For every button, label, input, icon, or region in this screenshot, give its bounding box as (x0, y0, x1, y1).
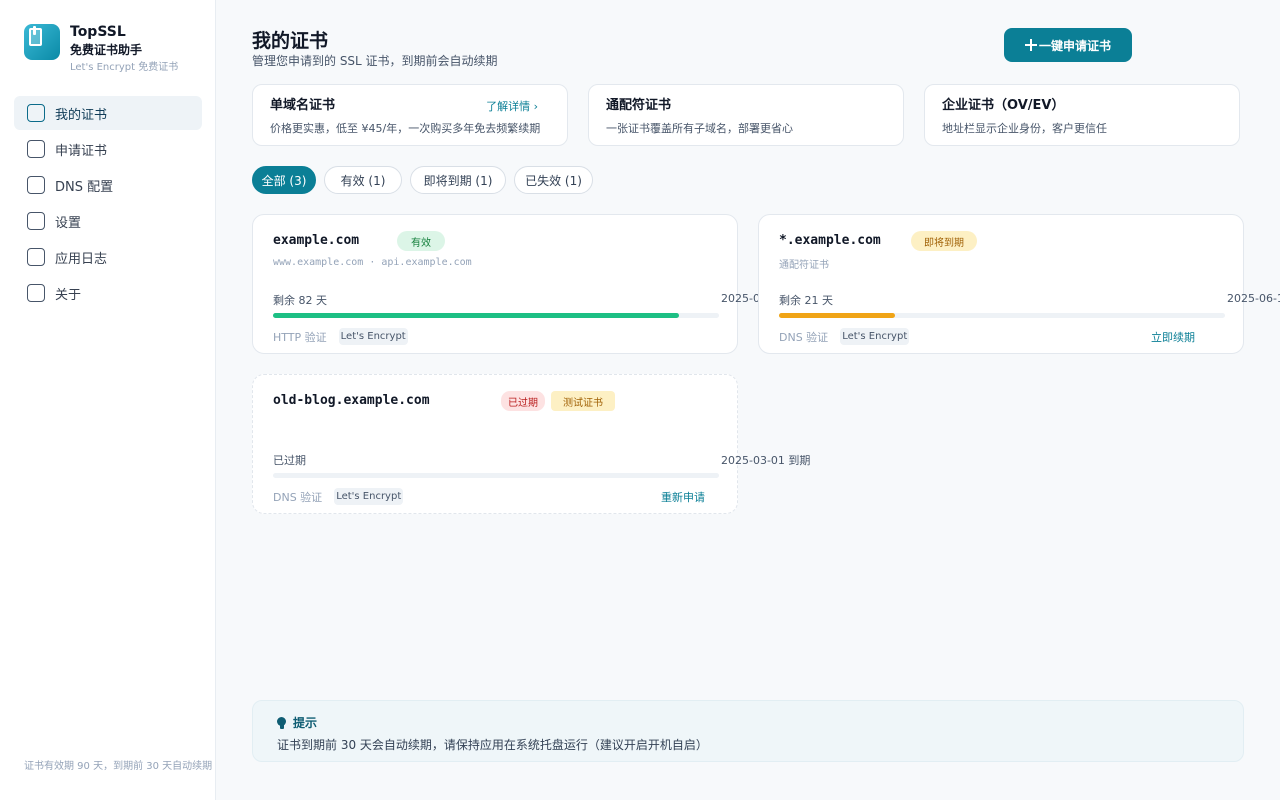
validity-progress-fill (779, 313, 895, 318)
square-icon (27, 140, 45, 158)
certificate-card[interactable]: *.example.com 即将到期 通配符证书 剩余 21 天 2025-06… (758, 214, 1280, 354)
apply-certificate-button[interactable]: 一键申请证书 (1004, 28, 1132, 62)
promo-card-single-domain: 单域名证书 价格更实惠，低至 ¥45/年，一次购买多年免去频繁续期 了解详情 › (252, 84, 568, 146)
certificate-domain: old-blog.example.com (273, 393, 430, 408)
days-remaining: 剩余 21 天 (779, 294, 833, 307)
sidebar-item-my-certificates[interactable]: 我的证书 (14, 96, 202, 130)
status-badge: 即将到期 (911, 231, 977, 251)
learn-more-link[interactable]: 了解详情 › (486, 98, 538, 114)
validation-method: DNS 验证 (779, 330, 829, 344)
validation-method: HTTP 验证 (273, 330, 327, 344)
reapply-link[interactable]: 重新申请 (661, 489, 705, 505)
tip-box: 提示 证书到期前 30 天会自动续期，请保持应用在系统托盘运行（建议开启开机自启… (252, 700, 1244, 762)
test-certificate-badge: 测试证书 (551, 391, 615, 411)
sidebar-item-app-logs[interactable]: 应用日志 (14, 240, 202, 274)
tip-title: 提示 (293, 716, 318, 730)
promo-desc: 一张证书覆盖所有子域名，部署更省心 (606, 122, 793, 135)
certificate-card[interactable]: old-blog.example.com 已过期 测试证书 已过期 2025-0… (252, 374, 810, 514)
sidebar-footer-note: 证书有效期 90 天，到期前 30 天自动续期 (24, 761, 213, 772)
promo-desc: 地址栏显示企业身份，客户更信任 (942, 122, 1107, 135)
page-title: 我的证书 (252, 30, 329, 52)
certificate-san-list: www.example.com · api.example.com (273, 257, 472, 268)
certificate-card[interactable]: example.com 有效 www.example.com · api.exa… (252, 214, 760, 354)
lightbulb-icon (277, 716, 286, 729)
square-icon (27, 212, 45, 230)
sidebar-nav: 我的证书 申请证书 DNS 配置 设置 应用日志 关于 (14, 96, 202, 312)
sidebar-item-label: 我的证书 (55, 107, 108, 123)
sidebar: TopSSL 免费证书助手 Let's Encrypt 免费证书 我的证书 申请… (0, 0, 216, 800)
apply-certificate-button-label: 一键申请证书 (1038, 38, 1111, 53)
certificate-domain: *.example.com (779, 233, 881, 248)
app-name: TopSSL (70, 24, 126, 40)
plus-icon (1024, 39, 1037, 51)
filter-chip-expiring[interactable]: 即将到期 (1) (410, 166, 506, 194)
sidebar-item-label: 应用日志 (55, 251, 108, 267)
ca-tag: Let's Encrypt (840, 328, 910, 345)
sidebar-item-label: 设置 (55, 215, 82, 231)
validity-progress-track (779, 313, 1225, 318)
sidebar-item-dns-config[interactable]: DNS 配置 (14, 168, 202, 202)
days-remaining: 剩余 82 天 (273, 294, 327, 307)
promo-card-wildcard[interactable]: 通配符证书 一张证书覆盖所有子域名，部署更省心 (588, 84, 904, 146)
expiry-date: 2025-0 (721, 292, 760, 305)
validity-progress-track (273, 313, 719, 318)
ca-tag: Let's Encrypt (338, 328, 408, 345)
app-tagline: Let's Encrypt 免费证书 (70, 62, 179, 73)
validity-progress-fill (273, 313, 679, 318)
filter-chip-valid[interactable]: 有效 (1) (324, 166, 402, 194)
brand: TopSSL 免费证书助手 Let's Encrypt 免费证书 (24, 24, 178, 76)
square-icon (27, 176, 45, 194)
sidebar-item-label: 申请证书 (55, 143, 108, 159)
square-icon (27, 248, 45, 266)
filter-chip-all[interactable]: 全部 (3) (252, 166, 316, 194)
validity-progress-track (273, 473, 719, 478)
app-logo-icon (24, 24, 60, 60)
sidebar-item-about[interactable]: 关于 (14, 276, 202, 310)
status-filter-bar: 全部 (3) 有效 (1) 即将到期 (1) 已失效 (1) (252, 166, 601, 194)
sidebar-item-label: 关于 (55, 287, 82, 303)
sidebar-item-apply-certificate[interactable]: 申请证书 (14, 132, 202, 166)
certificate-domain: example.com (273, 233, 360, 248)
status-badge: 有效 (397, 231, 445, 251)
square-icon (27, 284, 45, 302)
promo-title: 通配符证书 (606, 98, 672, 113)
certificate-type-label: 通配符证书 (779, 260, 829, 271)
page-subtitle: 管理您申请到的 SSL 证书，到期前会自动续期 (252, 54, 498, 68)
days-remaining: 已过期 (273, 454, 306, 467)
expiry-date: 2025-06-1 (1227, 292, 1280, 305)
promo-desc: 价格更实惠，低至 ¥45/年，一次购买多年免去频繁续期 (270, 122, 541, 135)
ca-tag: Let's Encrypt (334, 488, 404, 505)
renew-now-link[interactable]: 立即续期 (1151, 329, 1195, 345)
validation-method: DNS 验证 (273, 490, 323, 504)
sidebar-item-settings[interactable]: 设置 (14, 204, 202, 238)
promo-card-enterprise[interactable]: 企业证书（OV/EV） 地址栏显示企业身份，客户更信任 (924, 84, 1240, 146)
expiry-date: 2025-03-01 到期 (721, 454, 811, 467)
square-icon (27, 104, 45, 122)
filter-chip-expired[interactable]: 已失效 (1) (514, 166, 593, 194)
sidebar-item-label: DNS 配置 (55, 179, 114, 195)
tip-text: 证书到期前 30 天会自动续期，请保持应用在系统托盘运行（建议开启开机自启） (277, 738, 708, 752)
status-badge: 已过期 (501, 391, 545, 411)
promo-title: 企业证书（OV/EV） (942, 98, 1065, 113)
app-subtitle: 免费证书助手 (70, 43, 143, 57)
